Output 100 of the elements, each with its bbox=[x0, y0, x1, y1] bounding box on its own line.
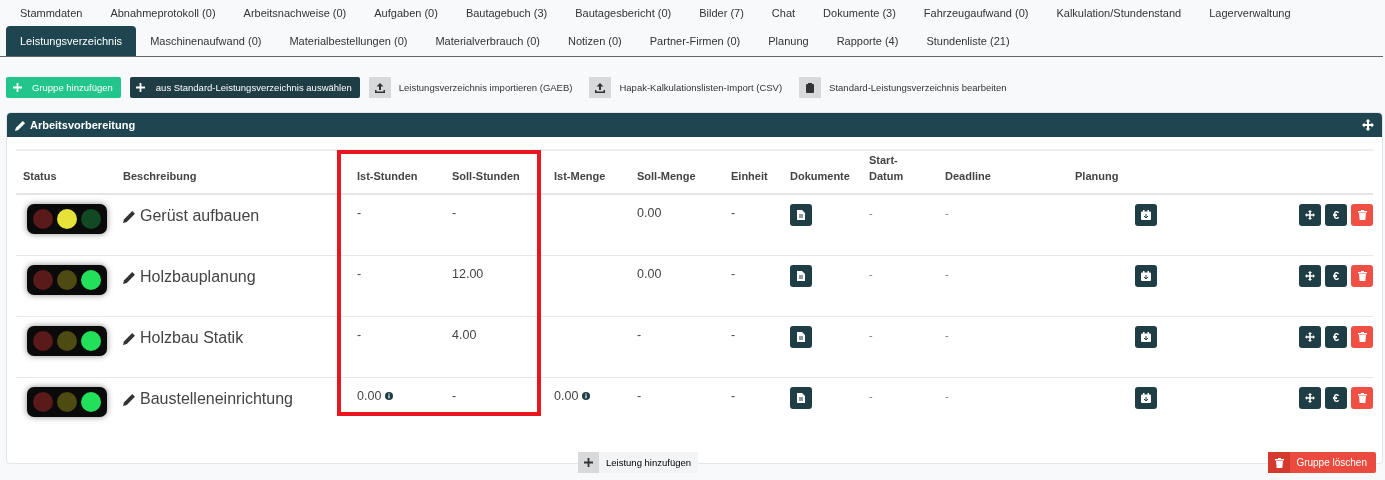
delete-button[interactable] bbox=[1351, 326, 1373, 348]
document-icon bbox=[797, 271, 805, 281]
tab[interactable]: Stundenliste (21) bbox=[912, 26, 1024, 56]
column-header: Ist-Stunden bbox=[357, 169, 418, 185]
pencil-icon[interactable] bbox=[123, 209, 136, 223]
document-button[interactable] bbox=[790, 204, 812, 226]
column-header: Deadline bbox=[945, 169, 991, 185]
tab[interactable]: Materialbestellungen (0) bbox=[275, 26, 422, 56]
table-cell: - bbox=[357, 328, 362, 342]
table-cell-text: - bbox=[869, 206, 873, 219]
description-text: Holzbauplanung bbox=[140, 268, 256, 286]
delete-button[interactable] bbox=[1351, 387, 1373, 409]
table-cell: - bbox=[357, 267, 362, 281]
calendar-button[interactable] bbox=[1135, 265, 1157, 287]
tab[interactable]: Bautagebuch (3) bbox=[451, 7, 562, 19]
trash-icon bbox=[1357, 271, 1367, 281]
pencil-icon[interactable] bbox=[123, 392, 136, 406]
move-icon[interactable] bbox=[1362, 119, 1374, 131]
tab[interactable]: Maschinenaufwand (0) bbox=[136, 26, 276, 56]
calendar-button[interactable] bbox=[1135, 387, 1157, 409]
action-button[interactable]: Hapak-Kalkulationslisten-Import (CSV) bbox=[589, 77, 791, 98]
plus-icon bbox=[12, 83, 22, 92]
tab[interactable]: Abnahmeprotokoll (0) bbox=[96, 7, 230, 19]
document-button[interactable] bbox=[790, 387, 812, 409]
table-cell-text: - bbox=[452, 388, 457, 403]
trash-icon bbox=[1357, 332, 1367, 342]
move-icon bbox=[1305, 393, 1315, 403]
trash-icon bbox=[1274, 457, 1284, 468]
traffic-light-icon bbox=[26, 203, 108, 235]
column-header: Einheit bbox=[731, 169, 768, 185]
action-button[interactable]: Standard-Leistungsverzeichnis bearbeiten bbox=[799, 77, 1015, 98]
tab[interactable]: Aufgaben (0) bbox=[360, 7, 452, 19]
table-cell-text: - bbox=[869, 267, 873, 280]
tab[interactable]: Bautagesbericht (0) bbox=[561, 7, 686, 19]
column-header: Soll-Menge bbox=[637, 169, 696, 185]
column-header: Beschreibung bbox=[123, 169, 197, 185]
document-button[interactable] bbox=[790, 265, 812, 287]
tab[interactable]: Notizen (0) bbox=[554, 26, 636, 56]
add-item-button[interactable]: Leistung hinzufügen bbox=[578, 452, 699, 473]
tab[interactable]: Bilder (7) bbox=[685, 7, 758, 19]
move-button[interactable] bbox=[1299, 265, 1321, 287]
tab[interactable]: Chat bbox=[757, 7, 810, 19]
calendar-button[interactable] bbox=[1135, 204, 1157, 226]
column-header: Status bbox=[23, 169, 57, 185]
column-header: Start- Datum bbox=[869, 153, 904, 185]
traffic-light-icon bbox=[26, 264, 108, 296]
tab[interactable]: Partner-Firmen (0) bbox=[635, 26, 755, 56]
tab[interactable]: Fahrzeugaufwand (0) bbox=[909, 7, 1043, 19]
tab[interactable]: Rapporte (4) bbox=[822, 26, 913, 56]
traffic-light-icon bbox=[26, 325, 108, 357]
document-icon bbox=[797, 332, 805, 342]
table-cell-text: - bbox=[452, 205, 457, 220]
table-cell-text: 12.00 bbox=[452, 266, 484, 281]
tab[interactable]: Stammdaten bbox=[6, 7, 97, 19]
table-cell-text: - bbox=[945, 206, 949, 219]
calendar-icon bbox=[1141, 210, 1151, 220]
move-icon bbox=[1305, 332, 1315, 342]
action-button[interactable]: Leistungsverzeichnis importieren (GAEB) bbox=[368, 77, 581, 98]
delete-group-button[interactable]: Gruppe löschen bbox=[1268, 452, 1376, 473]
table-cell-text: - bbox=[869, 328, 873, 341]
delete-button[interactable] bbox=[1351, 204, 1373, 226]
table-cell-text: - bbox=[731, 327, 736, 342]
move-icon bbox=[1305, 210, 1315, 220]
add-button[interactable]: aus Standard-Leistungsverzeichnis auswählen bbox=[129, 77, 360, 98]
table-cell-text: - bbox=[731, 205, 736, 220]
delete-button[interactable] bbox=[1351, 265, 1373, 287]
table-cell-text: - bbox=[945, 389, 949, 402]
tab[interactable]: Leistungsverzeichnis bbox=[6, 26, 137, 56]
plus-icon bbox=[584, 458, 593, 467]
move-button[interactable] bbox=[1299, 204, 1321, 226]
group-title: Arbeitsvorbereitung bbox=[30, 119, 136, 131]
trash-icon bbox=[1357, 393, 1367, 403]
price-button[interactable]: € bbox=[1325, 326, 1347, 348]
tab[interactable]: Planung bbox=[754, 26, 823, 56]
price-button[interactable]: € bbox=[1325, 265, 1347, 287]
calendar-icon bbox=[1141, 393, 1151, 403]
trash-icon bbox=[1357, 210, 1367, 220]
tab[interactable]: Materialverbrauch (0) bbox=[421, 26, 554, 56]
column-header: Planung bbox=[1075, 169, 1119, 185]
description-text: Gerüst aufbauen bbox=[140, 207, 260, 225]
table-cell-text: - bbox=[637, 327, 642, 342]
table-cell-text: 4.00 bbox=[452, 327, 477, 342]
move-button[interactable] bbox=[1299, 326, 1321, 348]
calendar-icon bbox=[1141, 271, 1151, 281]
plus-icon bbox=[136, 83, 146, 92]
pencil-icon[interactable] bbox=[123, 270, 136, 284]
move-icon bbox=[1305, 271, 1315, 281]
tab[interactable]: Dokumente (3) bbox=[809, 7, 910, 19]
calendar-button[interactable] bbox=[1135, 326, 1157, 348]
column-header: Dokumente bbox=[790, 169, 850, 185]
table-cell-text: - bbox=[637, 388, 642, 403]
tab[interactable]: Kalkulation/Stundenstand bbox=[1042, 7, 1196, 19]
document-button[interactable] bbox=[790, 326, 812, 348]
tab[interactable]: Lagerverwaltung bbox=[1195, 7, 1305, 19]
tab[interactable]: Arbeitsnachweise (0) bbox=[229, 7, 361, 19]
price-button[interactable]: € bbox=[1325, 204, 1347, 226]
pencil-icon[interactable] bbox=[123, 331, 136, 345]
table-cell-text: 0.00 bbox=[637, 205, 662, 220]
price-button[interactable]: € bbox=[1325, 387, 1347, 409]
move-button[interactable] bbox=[1299, 387, 1321, 409]
